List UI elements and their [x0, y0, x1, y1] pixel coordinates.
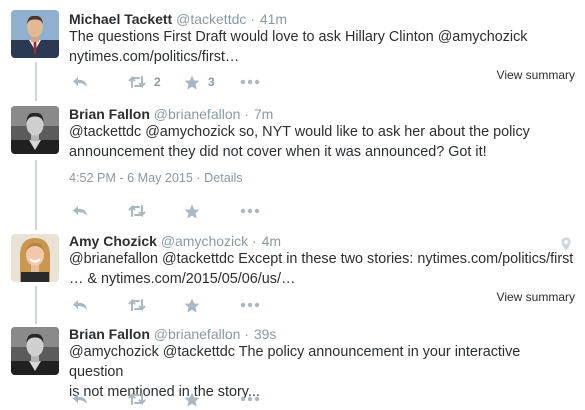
retweet-icon	[128, 392, 146, 406]
tweet-text-line: @brianefallon @tackettdc Except in these…	[69, 251, 574, 267]
tweet-time[interactable]: 4m	[262, 233, 281, 249]
more-button[interactable]	[240, 79, 296, 85]
tweet-text: @brianefallon @tackettdc Except in these…	[69, 249, 574, 289]
tweet-timestamp-row: 4:52 PM - 6 May 2015 · Details	[69, 171, 243, 185]
favorite-count: 3	[208, 75, 215, 89]
author-name[interactable]: Michael Tackett	[69, 11, 172, 27]
more-button[interactable]	[240, 302, 296, 308]
more-button[interactable]	[240, 396, 296, 402]
tweet-header: Michael Tackett @tackettdc · 41m	[69, 10, 287, 28]
reply-arrow-icon	[73, 394, 87, 404]
author-handle[interactable]: @amychozick	[161, 233, 248, 249]
tweet-header: Amy Chozick @amychozick · 4m	[69, 232, 281, 250]
more-button[interactable]	[240, 208, 296, 214]
tweet-time[interactable]: 7m	[254, 106, 273, 122]
reply-button[interactable]	[72, 298, 128, 312]
separator-dot: ·	[250, 11, 255, 27]
retweet-button[interactable]	[128, 392, 184, 406]
smiling-woman-avatar-icon	[11, 234, 59, 282]
avatar[interactable]	[11, 234, 59, 282]
reply-button[interactable]	[72, 392, 128, 406]
author-handle[interactable]: @tackettdc	[176, 11, 246, 27]
reply-arrow-icon	[73, 77, 87, 87]
tweet-text-line: @tackettdc @amychozick so, NYT would lik…	[69, 124, 530, 140]
author-handle[interactable]: @brianefallon	[154, 326, 241, 342]
retweet-button[interactable]: 2	[128, 75, 184, 89]
tweet-actions	[72, 202, 296, 220]
tweet-actions: 2 3	[72, 73, 296, 91]
person-in-suit-avatar-icon	[11, 10, 59, 58]
separator-dot: ·	[252, 233, 257, 249]
more-dots-icon	[240, 302, 260, 308]
more-dots-icon	[240, 208, 260, 214]
tweet-text-line: … & nytimes.com/2015/05/06/us/…	[69, 271, 296, 287]
separator-dot: ·	[244, 106, 249, 122]
tweet-header: Brian Fallon @brianefallon · 39s	[69, 325, 276, 343]
bw-portrait-avatar-icon	[11, 327, 59, 375]
more-dots-icon	[240, 79, 260, 85]
tweet-text: @tackettdc @amychozick so, NYT would lik…	[69, 122, 574, 162]
more-dots-icon	[240, 396, 260, 402]
star-icon	[184, 298, 200, 312]
details-link[interactable]: Details	[204, 171, 243, 185]
tweet-timestamp[interactable]: 4:52 PM - 6 May 2015	[69, 171, 193, 185]
tweet: Brian Fallon @brianefallon · 39s @amycho…	[0, 322, 585, 410]
reply-button[interactable]	[72, 204, 128, 218]
favorite-button[interactable]	[184, 298, 240, 313]
avatar[interactable]	[11, 10, 59, 58]
tweet: Amy Chozick @amychozick · 4m @brianefall…	[0, 226, 585, 322]
author-name[interactable]: Brian Fallon	[69, 106, 150, 122]
favorite-button[interactable]	[184, 392, 240, 407]
author-name[interactable]: Amy Chozick	[69, 233, 157, 249]
avatar[interactable]	[11, 327, 59, 375]
author-name[interactable]: Brian Fallon	[69, 326, 150, 342]
star-icon	[184, 392, 200, 406]
author-handle[interactable]: @brianefallon	[154, 106, 241, 122]
reply-arrow-icon	[73, 300, 87, 310]
tweet-text-line: The questions First Draft would love to …	[69, 29, 528, 45]
bw-portrait-avatar-icon	[11, 106, 59, 154]
tweet-actions	[72, 296, 296, 314]
star-icon	[184, 204, 200, 218]
separator-dot: ·	[196, 171, 201, 185]
star-icon	[184, 75, 200, 89]
avatar[interactable]	[11, 106, 59, 154]
reply-arrow-icon	[73, 206, 87, 216]
reply-button[interactable]	[72, 75, 128, 89]
favorite-button[interactable]	[184, 204, 240, 219]
tweet-text-line: @amychozick @tackettdc The policy announ…	[69, 344, 521, 380]
tweet-time[interactable]: 41m	[260, 11, 287, 27]
retweet-button[interactable]	[128, 298, 184, 312]
tweet-text-line: announcement they did not cover when it …	[69, 144, 487, 160]
location-pin-icon[interactable]	[561, 237, 571, 251]
retweet-count: 2	[154, 75, 161, 89]
tweet: Michael Tackett @tackettdc · 41m The que…	[0, 0, 585, 98]
view-summary-link[interactable]: View summary	[497, 290, 575, 304]
view-summary-link[interactable]: View summary	[497, 68, 575, 82]
retweet-button[interactable]	[128, 204, 184, 218]
favorite-button[interactable]: 3	[184, 75, 240, 90]
tweet-text-line: nytimes.com/politics/first…	[69, 49, 240, 65]
tweet-text: The questions First Draft would love to …	[69, 27, 574, 67]
tweet-time[interactable]: 39s	[254, 326, 277, 342]
tweet-header: Brian Fallon @brianefallon · 7m	[69, 105, 273, 123]
separator-dot: ·	[244, 326, 249, 342]
tweet-actions	[72, 390, 296, 408]
retweet-icon	[128, 75, 146, 89]
retweet-icon	[128, 298, 146, 312]
tweet: Brian Fallon @brianefallon · 7m @tackett…	[0, 98, 585, 226]
retweet-icon	[128, 204, 146, 218]
